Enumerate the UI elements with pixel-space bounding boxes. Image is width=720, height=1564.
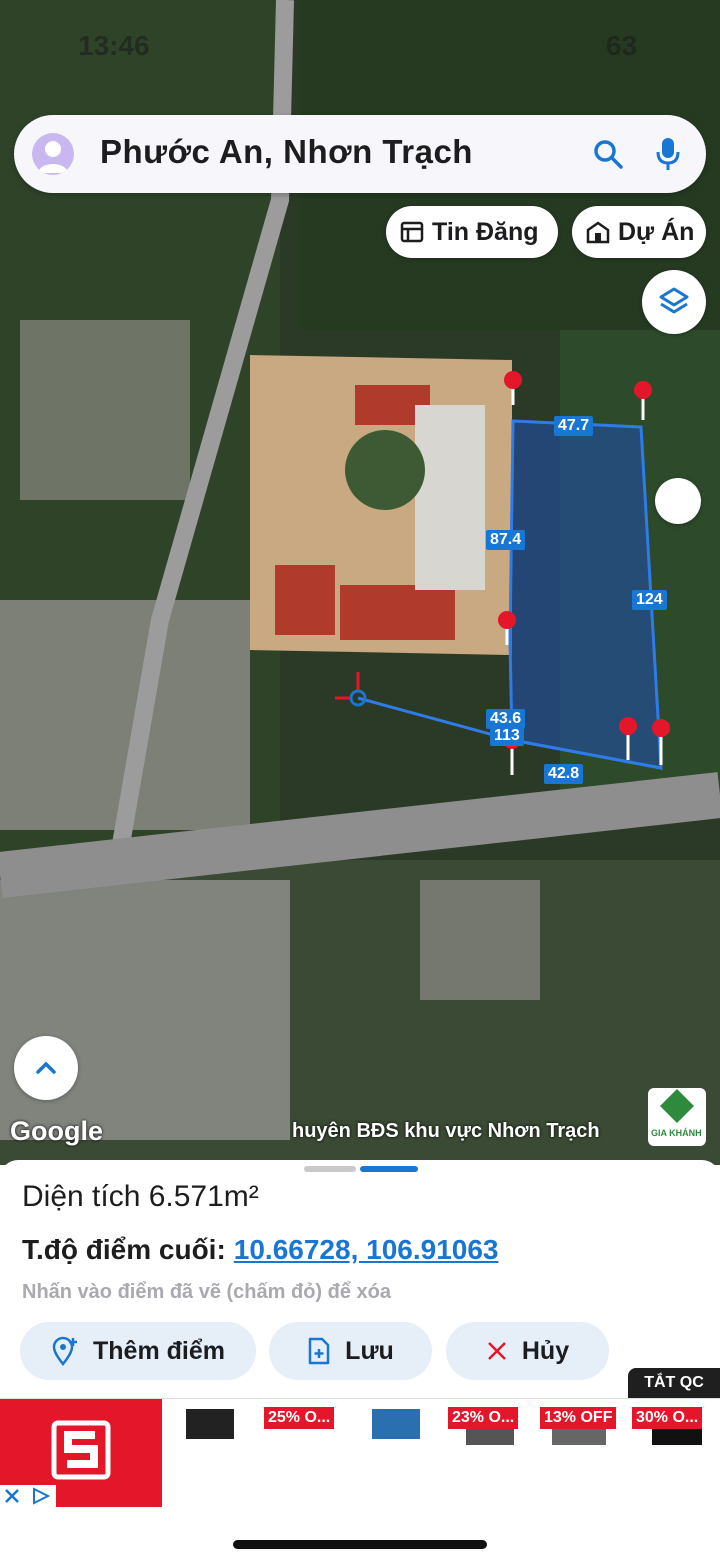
ad-discount-badge: 25% O... — [264, 1407, 335, 1429]
map-view[interactable]: 13:46 63 Phước An, Nhơn Trạch Tin Đăng D… — [0, 0, 720, 1165]
gia-khanh-logo: GIA KHÁNH — [648, 1088, 706, 1146]
listings-chip[interactable]: Tin Đăng — [386, 206, 558, 258]
location-add-icon — [52, 1336, 77, 1366]
ad-product-image — [652, 1429, 702, 1445]
ad-product-image — [372, 1409, 420, 1439]
projects-chip[interactable]: Dự Án — [572, 206, 706, 258]
ad-choices[interactable] — [0, 1485, 56, 1507]
measure-label: 87.4 — [486, 530, 526, 550]
cancel-label: Hủy — [521, 1336, 570, 1365]
ad-discount-badge: 13% OFF — [540, 1407, 617, 1429]
file-add-icon — [308, 1337, 330, 1365]
ad-product-image — [186, 1409, 234, 1439]
avatar[interactable] — [32, 133, 74, 175]
search-icon[interactable] — [592, 138, 624, 175]
search-query[interactable]: Phước An, Nhơn Trạch — [100, 133, 473, 171]
listings-label: Tin Đăng — [432, 217, 539, 246]
watermark-text: huyên BĐS khu vực Nhơn Trạch — [292, 1120, 600, 1142]
home-indicator[interactable] — [233, 1540, 487, 1549]
expand-button[interactable] — [14, 1036, 78, 1100]
measure-label: 124 — [632, 590, 667, 610]
save-label: Lưu — [345, 1336, 394, 1365]
measure-label: 42.8 — [544, 764, 584, 784]
ad-banner[interactable]: 25% O... 23% O... 13% OFF 30% O... — [0, 1398, 720, 1509]
chevron-up-icon — [36, 1061, 56, 1074]
microphone-icon[interactable] — [655, 136, 681, 177]
area-text: Diện tích 6.571m² — [22, 1180, 259, 1213]
sheet-handle[interactable] — [304, 1166, 356, 1172]
coord-row: T.độ điểm cuối: 10.66728, 106.91063 — [22, 1234, 498, 1266]
close-icon — [487, 1342, 506, 1360]
close-ads-button[interactable]: TẮT QC — [628, 1368, 720, 1398]
ad-product-image — [552, 1429, 606, 1445]
add-point-label: Thêm điểm — [93, 1336, 225, 1365]
adchoices-icon — [5, 1487, 51, 1505]
layers-button[interactable] — [642, 270, 706, 334]
measure-label: 113 — [490, 726, 524, 746]
ad-product-image — [466, 1429, 514, 1445]
coord-label: T.độ điểm cuối: — [22, 1234, 226, 1265]
save-button[interactable]: Lưu — [269, 1322, 432, 1380]
ad-discount-badge: 23% O... — [448, 1407, 519, 1429]
google-attribution: Google — [10, 1116, 103, 1146]
listings-icon — [400, 221, 424, 243]
projects-label: Dự Án — [618, 217, 695, 246]
ad-discount-badge: 30% O... — [632, 1407, 703, 1429]
location-button[interactable] — [655, 478, 701, 524]
measure-label: 47.7 — [554, 416, 594, 436]
building-icon — [586, 221, 610, 244]
hint-text: Nhấn vào điểm đã vẽ (chấm đỏ) để xóa — [22, 1281, 391, 1303]
status-battery: 63 — [606, 30, 638, 61]
sheet-handle-active[interactable] — [360, 1166, 418, 1172]
layers-icon — [659, 287, 689, 314]
coord-link[interactable]: 10.66728, 106.91063 — [234, 1234, 499, 1265]
cancel-button[interactable]: Hủy — [446, 1322, 609, 1380]
status-time: 13:46 — [78, 30, 150, 61]
add-point-button[interactable]: Thêm điểm — [20, 1322, 256, 1380]
